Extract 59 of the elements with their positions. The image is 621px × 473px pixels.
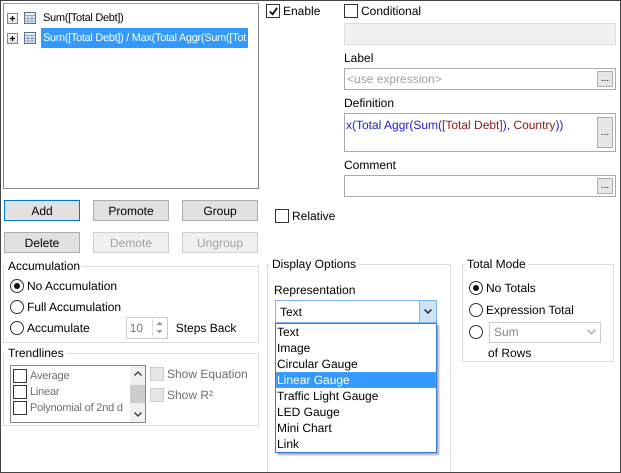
field-label: Comment	[344, 158, 398, 173]
aggregation-dropdown[interactable]: Sum	[489, 322, 601, 342]
checkbox-label: Show R²	[167, 388, 214, 402]
radio-button[interactable]	[10, 300, 24, 314]
checkbox[interactable]	[344, 4, 358, 18]
button[interactable]: Delete	[4, 232, 80, 253]
field-label: Representation	[274, 283, 356, 299]
browse-button[interactable]: ...	[597, 178, 613, 194]
tree-item[interactable]: Sum([Total Debt])	[41, 8, 126, 28]
dropdown-option[interactable]: Image	[276, 340, 436, 356]
radio-label: Expression Total	[486, 303, 574, 317]
radio-button[interactable]	[469, 281, 483, 295]
dropdown-option[interactable]: Mini Chart	[276, 420, 436, 436]
checkbox[interactable]	[275, 209, 289, 223]
group-title: Trendlines	[7, 346, 65, 360]
button[interactable]: Promote	[93, 200, 169, 221]
table-icon	[24, 12, 36, 24]
group-title: Accumulation	[7, 259, 82, 273]
field-label: Label	[344, 51, 374, 66]
expand-icon[interactable]	[7, 32, 18, 44]
label-input-field[interactable]: <use expression> ...	[344, 68, 616, 90]
chevron-down-icon	[424, 309, 432, 314]
radio-button[interactable]	[469, 325, 483, 339]
button[interactable]: Group	[182, 200, 258, 221]
radio-button[interactable]	[469, 303, 483, 317]
checkbox-label: Show Equation	[167, 366, 248, 380]
checkbox-label: Relative	[292, 209, 336, 223]
dropdown-option[interactable]: LED Gauge	[276, 404, 436, 420]
checkbox[interactable]	[266, 4, 280, 18]
condition-field[interactable]	[344, 23, 616, 45]
trendline-label: Polynomial of 2nd d	[30, 402, 123, 414]
group-title: Display Options	[271, 257, 358, 271]
rows-label: of Rows	[488, 346, 532, 360]
checkbox-label: Enable	[283, 4, 320, 18]
radio-label: No Accumulation	[27, 278, 118, 292]
group-title: Total Mode	[466, 257, 527, 271]
dropdown-option[interactable]: Traffic Light Gauge	[276, 388, 436, 404]
chevron-down-icon	[587, 329, 596, 335]
radio-button[interactable]	[10, 278, 24, 292]
chevron-down-icon[interactable]	[134, 412, 142, 417]
dropdown-option[interactable]: Circular Gauge	[276, 356, 436, 372]
radio-button[interactable]	[10, 320, 24, 334]
trendline-label: Linear	[30, 386, 60, 398]
field-label: Definition	[344, 96, 396, 111]
chevron-up-icon[interactable]	[134, 371, 142, 376]
table-icon	[24, 32, 36, 44]
comment-input-field[interactable]: ...	[344, 175, 616, 197]
browse-button[interactable]: ...	[597, 71, 613, 87]
expand-icon[interactable]	[7, 12, 18, 24]
checkbox-label: Conditional	[361, 4, 422, 18]
representation-dropdown[interactable]: Text	[275, 300, 437, 323]
dropdown-option[interactable]: Text	[276, 324, 436, 340]
radio-label: Accumulate	[27, 320, 90, 334]
radio-label: Full Accumulation	[27, 300, 122, 314]
steps-label: Steps Back	[176, 320, 236, 334]
dropdown-option[interactable]: Link	[276, 436, 436, 452]
trendline-label: Average	[30, 370, 70, 382]
radio-label: No Totals	[486, 281, 536, 295]
button[interactable]: Add	[4, 200, 80, 221]
